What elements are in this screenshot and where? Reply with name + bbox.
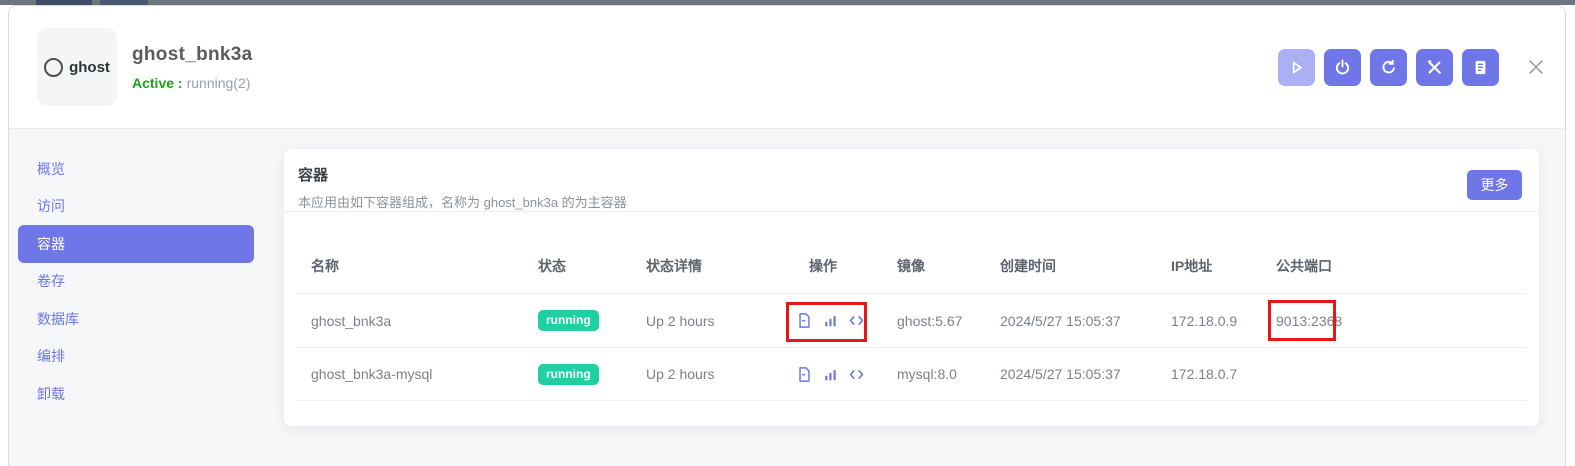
app-logo: ghost [37, 28, 117, 106]
sidebar-item-access[interactable]: 访问 [18, 188, 254, 226]
cell-container-name: ghost_bnk3a [311, 313, 538, 329]
cell-image: ghost:5.67 [897, 313, 1000, 329]
sidebar-item-overview[interactable]: 概览 [18, 150, 254, 188]
terminal-code-icon[interactable] [848, 366, 865, 383]
cell-ip: 172.18.0.9 [1171, 313, 1276, 329]
tools-icon [1426, 59, 1443, 76]
cell-status: running [538, 310, 646, 331]
sidebar-item-label: 概览 [37, 159, 65, 179]
restart-button[interactable] [1370, 49, 1407, 86]
app-title: ghost_bnk3a [132, 44, 253, 66]
annotation-box-operations [786, 302, 867, 342]
sidebar-item-uninstall[interactable]: 卸载 [18, 375, 254, 413]
close-icon[interactable] [1523, 54, 1549, 80]
operations-group [796, 366, 897, 383]
main-area: 容器 本应用由如下容器组成，名称为 ghost_bnk3a 的为主容器 更多 名… [284, 129, 1565, 466]
sidebar-item-label: 容器 [37, 234, 65, 254]
sidebar-item-label: 卷存 [37, 271, 65, 291]
cell-operations [809, 366, 897, 383]
column-header-created: 创建时间 [1000, 256, 1171, 276]
logo-text: ghost [69, 59, 110, 76]
column-header-name: 名称 [311, 256, 538, 276]
column-header-operations: 操作 [809, 256, 897, 276]
start-button[interactable] [1278, 49, 1315, 86]
status-badge: running [538, 310, 599, 331]
refresh-icon [1380, 59, 1397, 76]
section-title: 容器 [298, 164, 1523, 185]
log-icon [1472, 59, 1489, 76]
sidebar-item-label: 数据库 [37, 309, 79, 329]
sidebar-item-label: 卸载 [37, 384, 65, 404]
sidebar-item-label: 编排 [37, 346, 65, 366]
sidebar-item-orchestration[interactable]: 编排 [18, 338, 254, 376]
column-header-ports: 公共端口 [1276, 256, 1527, 276]
power-icon [1334, 59, 1351, 76]
tools-button[interactable] [1416, 49, 1453, 86]
header-actions [1278, 49, 1549, 86]
sidebar-item-volumes[interactable]: 卷存 [18, 263, 254, 301]
app-detail-modal: ghost ghost_bnk3a Active :running(2) [8, 5, 1566, 466]
more-button[interactable]: 更多 [1467, 170, 1522, 200]
play-icon [1288, 59, 1305, 76]
cell-created: 2024/5/27 15:05:37 [1000, 313, 1171, 329]
cell-status-detail: Up 2 hours [646, 366, 809, 382]
column-header-status-detail: 状态详情 [646, 256, 809, 276]
table-row: ghost_bnk3a-mysql running Up 2 hours [296, 348, 1527, 401]
modal-header: ghost ghost_bnk3a Active :running(2) [9, 6, 1565, 129]
table-header-row: 名称 状态 状态详情 操作 镜像 创建时间 IP地址 公共端口 [296, 212, 1527, 294]
stop-button[interactable] [1324, 49, 1361, 86]
modal-body: 概览 访问 容器 卷存 数据库 编排 卸载 容器 本应用由如下容器组成，名称为 … [9, 129, 1565, 466]
cell-ip: 172.18.0.7 [1171, 366, 1276, 382]
card-head: 容器 本应用由如下容器组成，名称为 ghost_bnk3a 的为主容器 更多 [284, 149, 1539, 212]
cell-image: mysql:8.0 [897, 366, 1000, 382]
title-block: ghost_bnk3a Active :running(2) [132, 44, 253, 91]
logs-button[interactable] [1462, 49, 1499, 86]
stats-bars-icon[interactable] [822, 366, 839, 383]
status-badge: running [538, 364, 599, 385]
table-row: ghost_bnk3a running Up 2 hours [296, 294, 1527, 348]
cell-status: running [538, 364, 646, 385]
column-header-ip: IP地址 [1171, 256, 1276, 276]
sidebar-item-container[interactable]: 容器 [18, 225, 254, 263]
cell-status-detail: Up 2 hours [646, 313, 809, 329]
log-file-icon[interactable] [796, 366, 813, 383]
status-value: running(2) [187, 75, 251, 91]
cell-created: 2024/5/27 15:05:37 [1000, 366, 1171, 382]
annotation-box-port [1268, 300, 1336, 341]
column-header-image: 镜像 [897, 256, 1000, 276]
sidebar-item-label: 访问 [37, 196, 65, 216]
container-section-card: 容器 本应用由如下容器组成，名称为 ghost_bnk3a 的为主容器 更多 名… [284, 149, 1539, 426]
status-label: Active : [132, 75, 183, 91]
cell-container-name: ghost_bnk3a-mysql [311, 366, 538, 382]
app-status: Active :running(2) [132, 75, 253, 91]
section-description: 本应用由如下容器组成，名称为 ghost_bnk3a 的为主容器 [298, 192, 1523, 211]
sidebar: 概览 访问 容器 卷存 数据库 编排 卸载 [9, 129, 284, 466]
ghost-logo-icon [44, 58, 63, 77]
column-header-status: 状态 [538, 256, 646, 276]
sidebar-item-database[interactable]: 数据库 [18, 300, 254, 338]
